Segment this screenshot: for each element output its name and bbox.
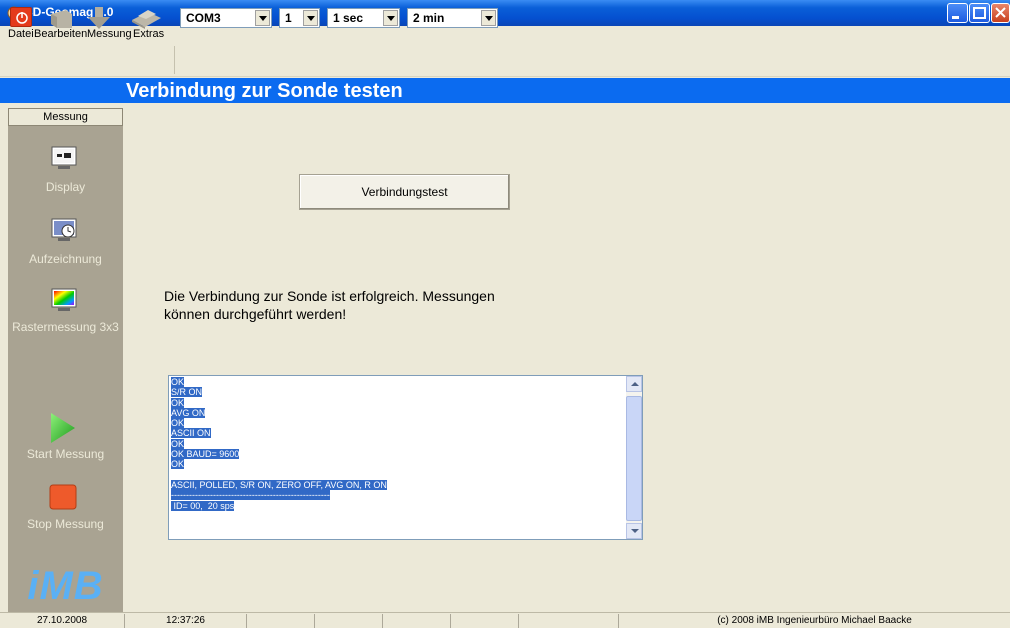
- status-panel: [518, 614, 618, 628]
- power-icon: [16, 12, 28, 24]
- chevron-down-icon[interactable]: [303, 10, 318, 26]
- chevron-down-icon[interactable]: [255, 10, 270, 26]
- console-line: S/R ON: [171, 387, 203, 398]
- imb-logo: iMB: [27, 564, 104, 608]
- toolbar: [0, 43, 1010, 77]
- status-line: Die Verbindung zur Sonde ist erfolgreich…: [164, 288, 495, 304]
- chevron-down-icon[interactable]: [383, 10, 398, 26]
- status-date: 27.10.2008: [36, 615, 88, 626]
- console-line: ASCII ON: [171, 428, 211, 439]
- chevron-down-icon[interactable]: [481, 10, 496, 26]
- minimize-button[interactable]: [947, 3, 968, 23]
- sidebar-item-aufzeichnung[interactable]: Aufzeichnung: [8, 252, 123, 266]
- recording-icon[interactable]: [50, 218, 78, 247]
- sidebar-item-display[interactable]: Display: [8, 180, 123, 194]
- sidebar-section-header[interactable]: Messung: [8, 108, 123, 126]
- console-line: OK: [171, 377, 185, 387]
- play-icon[interactable]: [49, 412, 77, 447]
- menu-datei[interactable]: Datei: [8, 28, 34, 40]
- power-button[interactable]: [10, 7, 32, 27]
- sidebar-item-start-messung[interactable]: Start Messung: [8, 447, 123, 461]
- status-time: 12:37:26: [124, 614, 246, 628]
- console-line: OK: [171, 397, 185, 408]
- console-line: ASCII, POLLED, S/R ON, ZERO OFF, AVG ON,…: [171, 479, 387, 490]
- console-line: OK BAUD= 9600: [171, 449, 240, 460]
- stop-icon[interactable]: [49, 484, 77, 513]
- status-line: können durchgeführt werden!: [164, 306, 347, 322]
- console-line: OK: [171, 459, 185, 470]
- status-panel: [246, 614, 314, 628]
- close-button[interactable]: [991, 3, 1010, 23]
- status-panel: [450, 614, 518, 628]
- page-title: Verbindung zur Sonde testen: [126, 80, 403, 102]
- console-lines: OK S/R ON OK AVG ON OK ASCII ON OK OK BAUD= 960…: [171, 377, 387, 511]
- maximize-button[interactable]: [969, 3, 990, 23]
- console-line: ----------------------------------------…: [171, 490, 330, 501]
- download-icon[interactable]: [86, 6, 114, 33]
- console-line: OK: [171, 438, 185, 449]
- display-icon[interactable]: [50, 146, 78, 175]
- channel-select[interactable]: 1: [279, 8, 320, 28]
- scroll-up-icon[interactable]: [626, 376, 642, 392]
- scroll-down-icon[interactable]: [626, 523, 642, 539]
- grid-measurement-icon[interactable]: [50, 288, 78, 317]
- print-icon[interactable]: [128, 6, 164, 33]
- console-line: OK: [171, 418, 185, 429]
- connection-test-button[interactable]: Verbindungstest: [299, 174, 510, 210]
- interval-select[interactable]: 1 sec: [327, 8, 400, 28]
- vertical-scrollbar[interactable]: [626, 376, 642, 539]
- open-probe-icon[interactable]: [48, 6, 76, 33]
- status-message: Die Verbindung zur Sonde ist erfolgreich…: [164, 287, 604, 323]
- duration-select[interactable]: 2 min: [407, 8, 498, 28]
- console-line: ID= 00, 20 sps: [171, 500, 235, 511]
- console-line: AVG ON: [171, 407, 206, 418]
- status-panel: [382, 614, 450, 628]
- port-select[interactable]: COM3: [180, 8, 272, 28]
- sidebar-item-stop-messung[interactable]: Stop Messung: [8, 517, 123, 531]
- scroll-thumb[interactable]: [626, 396, 642, 521]
- toolbar-separator: [174, 46, 175, 74]
- status-panel: [314, 614, 382, 628]
- status-copyright: (c) 2008 iMB Ingenieurbüro Michael Baack…: [618, 614, 1010, 628]
- console-output[interactable]: OK S/R ON OK AVG ON OK ASCII ON OK OK BAUD= 960…: [168, 375, 643, 540]
- sidebar-item-rastermessung[interactable]: Rastermessung 3x3: [8, 321, 123, 334]
